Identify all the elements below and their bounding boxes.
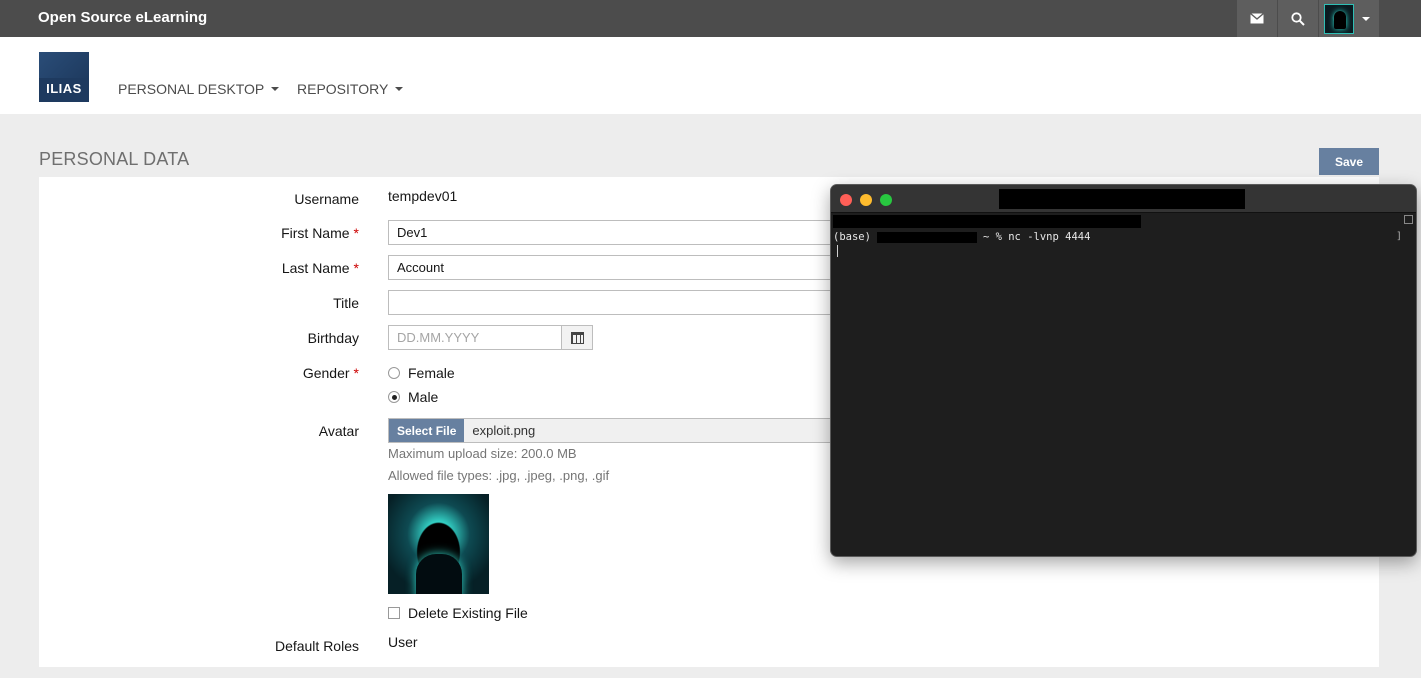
radio-female[interactable] (388, 367, 400, 379)
user-menu-button[interactable] (1319, 0, 1379, 37)
minimize-window-icon[interactable] (860, 194, 872, 206)
calendar-icon (570, 331, 584, 344)
nav-personal-desktop[interactable]: PERSONAL DESKTOP (118, 81, 280, 97)
chevron-down-icon (271, 87, 280, 91)
site-title[interactable]: Open Source eLearning (38, 9, 207, 26)
prompt-prefix: (base) (833, 231, 871, 243)
gender-label-text: Gender (302, 365, 350, 381)
ilias-logo[interactable]: ILIAS (39, 52, 89, 102)
save-button[interactable]: Save (1319, 148, 1379, 175)
select-file-button[interactable]: Select File (389, 419, 465, 442)
required-marker: * (353, 260, 359, 276)
selected-file-name: exploit.png (472, 423, 536, 438)
required-marker: * (353, 225, 359, 241)
gender-female-label: Female (408, 365, 455, 381)
default-roles-label: Default Roles (274, 638, 359, 654)
username-value: tempdev01 (388, 188, 458, 204)
avatar (1324, 3, 1354, 34)
birthday-field[interactable]: DD.MM.YYYY (388, 325, 562, 350)
first-name-label: First Name * (229, 225, 359, 241)
delete-file-option[interactable]: Delete Existing File (388, 605, 528, 621)
avatar-preview-image (388, 494, 489, 594)
terminal-command: ~ % nc -lvnp 4444 (982, 231, 1091, 243)
first-name-field[interactable]: Dev1 (388, 220, 848, 245)
radio-male[interactable] (388, 391, 400, 403)
nav-repository-label: REPOSITORY (297, 81, 389, 97)
gender-male-option[interactable]: Male (388, 389, 438, 405)
terminal-titlebar[interactable] (831, 185, 1416, 213)
terminal-cursor (837, 245, 838, 257)
birthday-label: Birthday (307, 330, 359, 346)
calendar-button[interactable] (561, 325, 593, 350)
close-window-icon[interactable] (840, 194, 852, 206)
scroll-marker-icon[interactable] (1404, 215, 1413, 224)
redacted-user (876, 231, 977, 243)
max-upload-hint: Maximum upload size: 200.0 MB (388, 446, 577, 461)
mail-button[interactable] (1237, 0, 1277, 37)
redacted-title (999, 189, 1245, 209)
delete-file-checkbox[interactable] (388, 607, 400, 619)
redacted-line (833, 215, 1141, 228)
default-roles-value: User (388, 634, 418, 650)
title-field[interactable] (388, 290, 848, 315)
username-label: Username (294, 191, 359, 207)
gender-male-label: Male (408, 389, 439, 405)
required-marker: * (353, 365, 359, 381)
gender-female-option[interactable]: Female (388, 365, 455, 381)
line-bracket: ] (1395, 231, 1402, 242)
avatar-label: Avatar (318, 423, 359, 439)
page-title: PERSONAL DATA (39, 149, 190, 169)
nav-personal-desktop-label: PERSONAL DESKTOP (118, 81, 265, 97)
search-button[interactable] (1278, 0, 1318, 37)
nav-repository[interactable]: REPOSITORY (297, 81, 404, 97)
search-icon (1291, 11, 1305, 26)
logo-text: ILIAS (46, 81, 82, 96)
top-bar: Open Source eLearning (0, 0, 1421, 37)
title-label: Title (333, 295, 359, 311)
last-name-label: Last Name * (229, 260, 359, 276)
main-header: ILIAS PERSONAL DESKTOP REPOSITORY (0, 37, 1421, 114)
terminal-window[interactable]: (base) ~ % nc -lvnp 4444 ] (830, 184, 1417, 557)
chevron-down-icon (395, 87, 404, 91)
chevron-down-icon (1362, 16, 1370, 21)
delete-file-label: Delete Existing File (408, 605, 528, 621)
terminal-prompt-line: (base) ~ % nc -lvnp 4444 (833, 231, 1090, 243)
last-name-field[interactable]: Account (388, 255, 848, 280)
allowed-types-hint: Allowed file types: .jpg, .jpeg, .png, .… (388, 468, 610, 483)
mail-icon (1250, 13, 1264, 24)
avatar-file-input[interactable]: Select File exploit.png (388, 418, 848, 443)
last-name-label-text: Last Name (281, 260, 350, 276)
first-name-label-text: First Name (281, 225, 350, 241)
maximize-window-icon[interactable] (880, 194, 892, 206)
gender-label: Gender * (229, 365, 359, 381)
